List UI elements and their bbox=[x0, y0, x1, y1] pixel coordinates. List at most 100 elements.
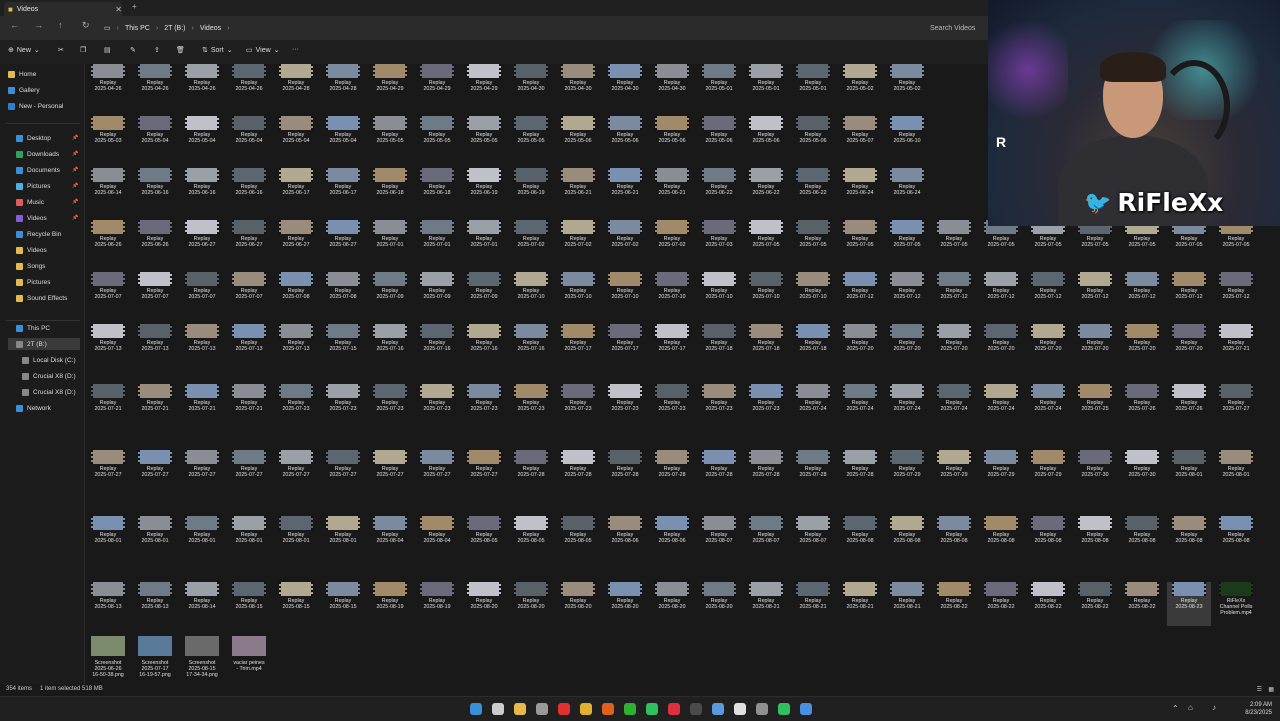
file-tile[interactable]: Replay 2025-07-12 bbox=[838, 272, 882, 316]
sidebar-item[interactable]: Music bbox=[16, 196, 44, 208]
file-tile[interactable]: Replay 2025-07-02 bbox=[556, 220, 600, 264]
file-tile[interactable]: Replay 2025-05-04 bbox=[227, 116, 271, 160]
file-tile[interactable]: Replay 2025-07-05 bbox=[1214, 220, 1258, 264]
sidebar-item[interactable]: Home bbox=[8, 68, 36, 80]
file-tile[interactable]: Screenshot 2025-07-17 16-19-57.png bbox=[133, 636, 177, 678]
breadcrumb-item[interactable]: Videos bbox=[200, 25, 221, 32]
file-tile[interactable]: Replay 2025-07-08 bbox=[274, 272, 318, 316]
file-tile[interactable]: Replay 2025-07-10 bbox=[791, 272, 835, 316]
file-tile[interactable]: Replay 2025-07-17 bbox=[603, 324, 647, 368]
file-tile[interactable]: Replay 2025-07-01 bbox=[415, 220, 459, 264]
file-tile[interactable]: Replay 2025-07-24 bbox=[932, 384, 976, 428]
file-tile[interactable]: Replay 2025-07-20 bbox=[1167, 324, 1211, 368]
sidebar-item[interactable]: Crucial X8 (D:) bbox=[22, 386, 76, 398]
app-icon[interactable] bbox=[690, 703, 702, 715]
file-tile[interactable]: Replay 2025-07-07 bbox=[227, 272, 271, 316]
file-tile[interactable]: Replay 2025-05-05 bbox=[415, 116, 459, 160]
file-tile[interactable]: Replay 2025-07-18 bbox=[697, 324, 741, 368]
file-tile[interactable]: Replay 2025-08-13 bbox=[133, 582, 177, 626]
file-tile[interactable]: Replay 2025-07-17 bbox=[650, 324, 694, 368]
file-tile[interactable]: Replay 2025-05-04 bbox=[133, 116, 177, 160]
clock[interactable]: 2:09 AM 8/23/2025 bbox=[1245, 701, 1272, 717]
file-tile[interactable]: Replay 2025-07-24 bbox=[1026, 384, 1070, 428]
file-tile[interactable]: Replay 2025-08-08 bbox=[1120, 516, 1164, 560]
file-tile[interactable]: Replay 2025-07-16 bbox=[509, 324, 553, 368]
file-tile[interactable]: Replay 2025-07-10 bbox=[650, 272, 694, 316]
sidebar-item[interactable]: Sound Effects bbox=[16, 292, 67, 304]
file-tile[interactable]: Replay 2025-07-07 bbox=[86, 272, 130, 316]
file-tile[interactable]: Replay 2025-06-26 bbox=[133, 220, 177, 264]
file-tile[interactable]: Replay 2025-04-30 bbox=[556, 64, 600, 108]
file-tile[interactable]: Replay 2025-06-24 bbox=[885, 168, 929, 212]
file-tile[interactable]: Replay 2025-07-09 bbox=[462, 272, 506, 316]
breadcrumb-item[interactable]: 2T (B:) bbox=[164, 25, 185, 32]
file-tile[interactable]: Replay 2025-06-22 bbox=[744, 168, 788, 212]
file-tile[interactable]: Replay 2025-07-29 bbox=[885, 450, 929, 494]
file-tile[interactable]: Replay 2025-07-13 bbox=[180, 324, 224, 368]
file-tile[interactable]: Replay 2025-07-05 bbox=[1120, 220, 1164, 264]
file-tile[interactable]: Replay 2025-07-24 bbox=[838, 384, 882, 428]
file-tile[interactable]: Replay 2025-07-20 bbox=[885, 324, 929, 368]
file-tile[interactable]: Replay 2025-08-05 bbox=[556, 516, 600, 560]
tiles-view-icon[interactable]: ▦ bbox=[1268, 686, 1274, 693]
file-tile[interactable]: Replay 2025-04-26 bbox=[133, 64, 177, 108]
file-tile[interactable]: Replay 2025-06-21 bbox=[556, 168, 600, 212]
file-tile[interactable]: Replay 2025-07-09 bbox=[415, 272, 459, 316]
file-tile[interactable]: Replay 2025-07-01 bbox=[368, 220, 412, 264]
share-icon[interactable]: ⇪ bbox=[154, 46, 160, 54]
search-input[interactable]: Search Videos bbox=[930, 21, 990, 35]
file-tile[interactable]: Replay 2025-08-21 bbox=[838, 582, 882, 626]
file-tile[interactable]: Replay 2025-08-13 bbox=[86, 582, 130, 626]
file-explorer-icon[interactable] bbox=[514, 703, 526, 715]
file-tile[interactable]: Replay 2025-04-28 bbox=[321, 64, 365, 108]
file-tile[interactable]: Replay 2025-07-23 bbox=[368, 384, 412, 428]
file-tile[interactable]: Replay 2025-07-23 bbox=[744, 384, 788, 428]
file-tile[interactable]: Replay 2025-08-07 bbox=[744, 516, 788, 560]
file-tile[interactable]: Replay 2025-08-22 bbox=[1073, 582, 1117, 626]
paste-icon[interactable]: ▤ bbox=[104, 46, 111, 54]
tab-videos[interactable]: ■ Videos ✕ bbox=[4, 2, 122, 16]
file-tile[interactable]: Replay 2025-07-30 bbox=[1073, 450, 1117, 494]
search-icon[interactable] bbox=[492, 703, 504, 715]
file-tile[interactable]: Replay 2025-07-27 bbox=[227, 450, 271, 494]
file-tile[interactable]: Replay 2025-04-29 bbox=[462, 64, 506, 108]
file-tile[interactable]: Replay 2025-07-05 bbox=[838, 220, 882, 264]
pin-icon[interactable]: 📌 bbox=[72, 183, 78, 189]
file-tile[interactable]: Replay 2025-08-21 bbox=[791, 582, 835, 626]
file-tile[interactable]: Replay 2025-05-06 bbox=[697, 116, 741, 160]
file-tile[interactable]: Replay 2025-08-01 bbox=[86, 516, 130, 560]
file-tile[interactable]: Replay 2025-07-05 bbox=[979, 220, 1023, 264]
file-tile[interactable]: Replay 2025-05-01 bbox=[697, 64, 741, 108]
file-tile[interactable]: Replay 2025-07-12 bbox=[1026, 272, 1070, 316]
file-tile[interactable]: Replay 2025-08-15 bbox=[227, 582, 271, 626]
file-tile[interactable]: Replay 2025-08-08 bbox=[1214, 516, 1258, 560]
file-tile[interactable]: Replay 2025-08-14 bbox=[180, 582, 224, 626]
file-tile[interactable]: Replay 2025-07-28 bbox=[556, 450, 600, 494]
file-tile[interactable]: Replay 2025-08-08 bbox=[1073, 516, 1117, 560]
file-tile[interactable]: Replay 2025-04-26 bbox=[86, 64, 130, 108]
file-tile[interactable]: Screenshot 2025-08-15 17-34-34.png bbox=[180, 636, 224, 678]
file-tile[interactable]: Replay 2025-07-13 bbox=[133, 324, 177, 368]
sidebar-item[interactable]: Pictures bbox=[16, 276, 50, 288]
file-tile[interactable]: Replay 2025-05-01 bbox=[744, 64, 788, 108]
xbox-icon[interactable] bbox=[624, 703, 636, 715]
file-tile[interactable]: Replay 2025-08-20 bbox=[697, 582, 741, 626]
file-tile[interactable]: Replay 2025-06-17 bbox=[274, 168, 318, 212]
file-tile[interactable]: Replay 2025-08-19 bbox=[415, 582, 459, 626]
calendar-icon[interactable] bbox=[536, 703, 548, 715]
file-tile[interactable]: Replay 2025-07-03 bbox=[697, 220, 741, 264]
sidebar-item[interactable]: Songs bbox=[16, 260, 45, 272]
file-tile[interactable]: Replay 2025-06-16 bbox=[180, 168, 224, 212]
file-tile[interactable]: Replay 2025-06-19 bbox=[462, 168, 506, 212]
back-icon[interactable]: ← bbox=[10, 20, 19, 30]
breadcrumb[interactable]: ▭ › This PC › 2T (B:) › Videos › bbox=[104, 21, 904, 35]
copy-icon[interactable]: ❐ bbox=[80, 46, 86, 54]
file-tile[interactable]: Replay 2025-07-27 bbox=[1214, 384, 1258, 428]
sidebar-item[interactable]: Videos bbox=[16, 244, 47, 256]
file-tile[interactable]: Replay 2025-08-21 bbox=[744, 582, 788, 626]
file-tile[interactable]: Replay 2025-07-20 bbox=[1026, 324, 1070, 368]
file-tile[interactable]: Replay 2025-05-05 bbox=[368, 116, 412, 160]
file-tile[interactable]: Replay 2025-06-18 bbox=[368, 168, 412, 212]
file-tile[interactable]: Replay 2025-07-15 bbox=[321, 324, 365, 368]
file-tile[interactable]: Replay 2025-07-23 bbox=[509, 384, 553, 428]
